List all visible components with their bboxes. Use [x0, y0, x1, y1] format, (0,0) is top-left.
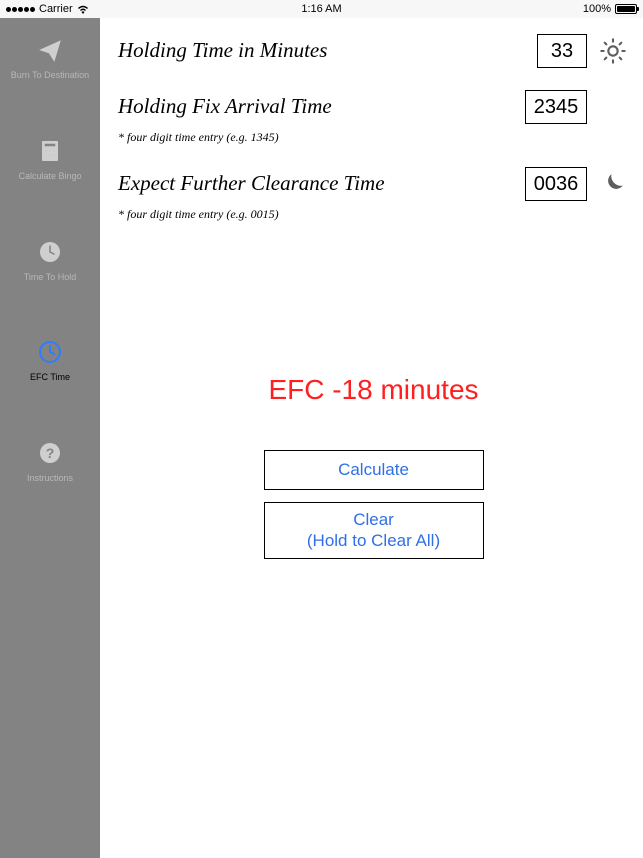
field-arrival-time: Holding Fix Arrival Time * four digit ti… — [118, 90, 629, 145]
sidebar-item-label: Instructions — [27, 473, 73, 484]
status-right: 100% — [583, 3, 637, 15]
svg-text:?: ? — [46, 445, 55, 461]
efc-time-label: Expect Further Clearance Time — [118, 171, 515, 196]
clock-outline-icon — [36, 338, 64, 366]
button-stack: Calculate Clear (Hold to Clear All) — [118, 450, 629, 559]
sun-icon[interactable] — [597, 35, 629, 67]
sidebar-item-calculate-bingo[interactable]: Calculate Bingo — [0, 137, 100, 182]
clock-icon — [36, 238, 64, 266]
efc-time-input[interactable] — [525, 167, 587, 201]
moon-icon[interactable] — [597, 168, 629, 200]
sidebar-item-instructions[interactable]: ? Instructions — [0, 439, 100, 484]
battery-icon — [615, 4, 637, 14]
question-icon: ? — [36, 439, 64, 467]
status-bar: Carrier 1:16 AM 100% — [0, 0, 643, 18]
calculator-icon — [36, 137, 64, 165]
holding-time-label: Holding Time in Minutes — [118, 38, 527, 63]
sidebar-item-time-to-hold[interactable]: Time To Hold — [0, 238, 100, 283]
holding-time-input[interactable] — [537, 34, 587, 68]
app-frame: Burn To Destination Calculate Bingo Time… — [0, 18, 643, 858]
sidebar-item-label: Burn To Destination — [11, 70, 89, 81]
sidebar: Burn To Destination Calculate Bingo Time… — [0, 18, 100, 858]
sidebar-item-efc-time[interactable]: EFC Time — [0, 338, 100, 383]
wifi-icon — [77, 5, 89, 14]
efc-time-hint: * four digit time entry (e.g. 0015) — [118, 207, 629, 222]
carrier-label: Carrier — [39, 3, 73, 15]
arrival-time-label: Holding Fix Arrival Time — [118, 94, 515, 119]
sidebar-item-label: Calculate Bingo — [18, 171, 81, 182]
field-holding-time: Holding Time in Minutes — [118, 34, 629, 68]
paper-plane-icon — [36, 36, 64, 64]
sidebar-item-label: Time To Hold — [24, 272, 77, 283]
arrival-time-hint: * four digit time entry (e.g. 1345) — [118, 130, 629, 145]
status-time: 1:16 AM — [301, 3, 341, 15]
arrival-time-input[interactable] — [525, 90, 587, 124]
sidebar-item-label: EFC Time — [30, 372, 70, 383]
main-content: Holding Time in Minutes Holding Fix Arri… — [100, 18, 643, 858]
sidebar-item-burn-to-destination[interactable]: Burn To Destination — [0, 36, 100, 81]
field-efc-time: Expect Further Clearance Time * four dig… — [118, 167, 629, 222]
result-text: EFC -18 minutes — [118, 374, 629, 406]
signal-icon — [6, 7, 35, 12]
status-left: Carrier — [6, 3, 89, 15]
clear-button[interactable]: Clear (Hold to Clear All) — [264, 502, 484, 559]
calculate-button[interactable]: Calculate — [264, 450, 484, 490]
battery-pct: 100% — [583, 3, 611, 15]
